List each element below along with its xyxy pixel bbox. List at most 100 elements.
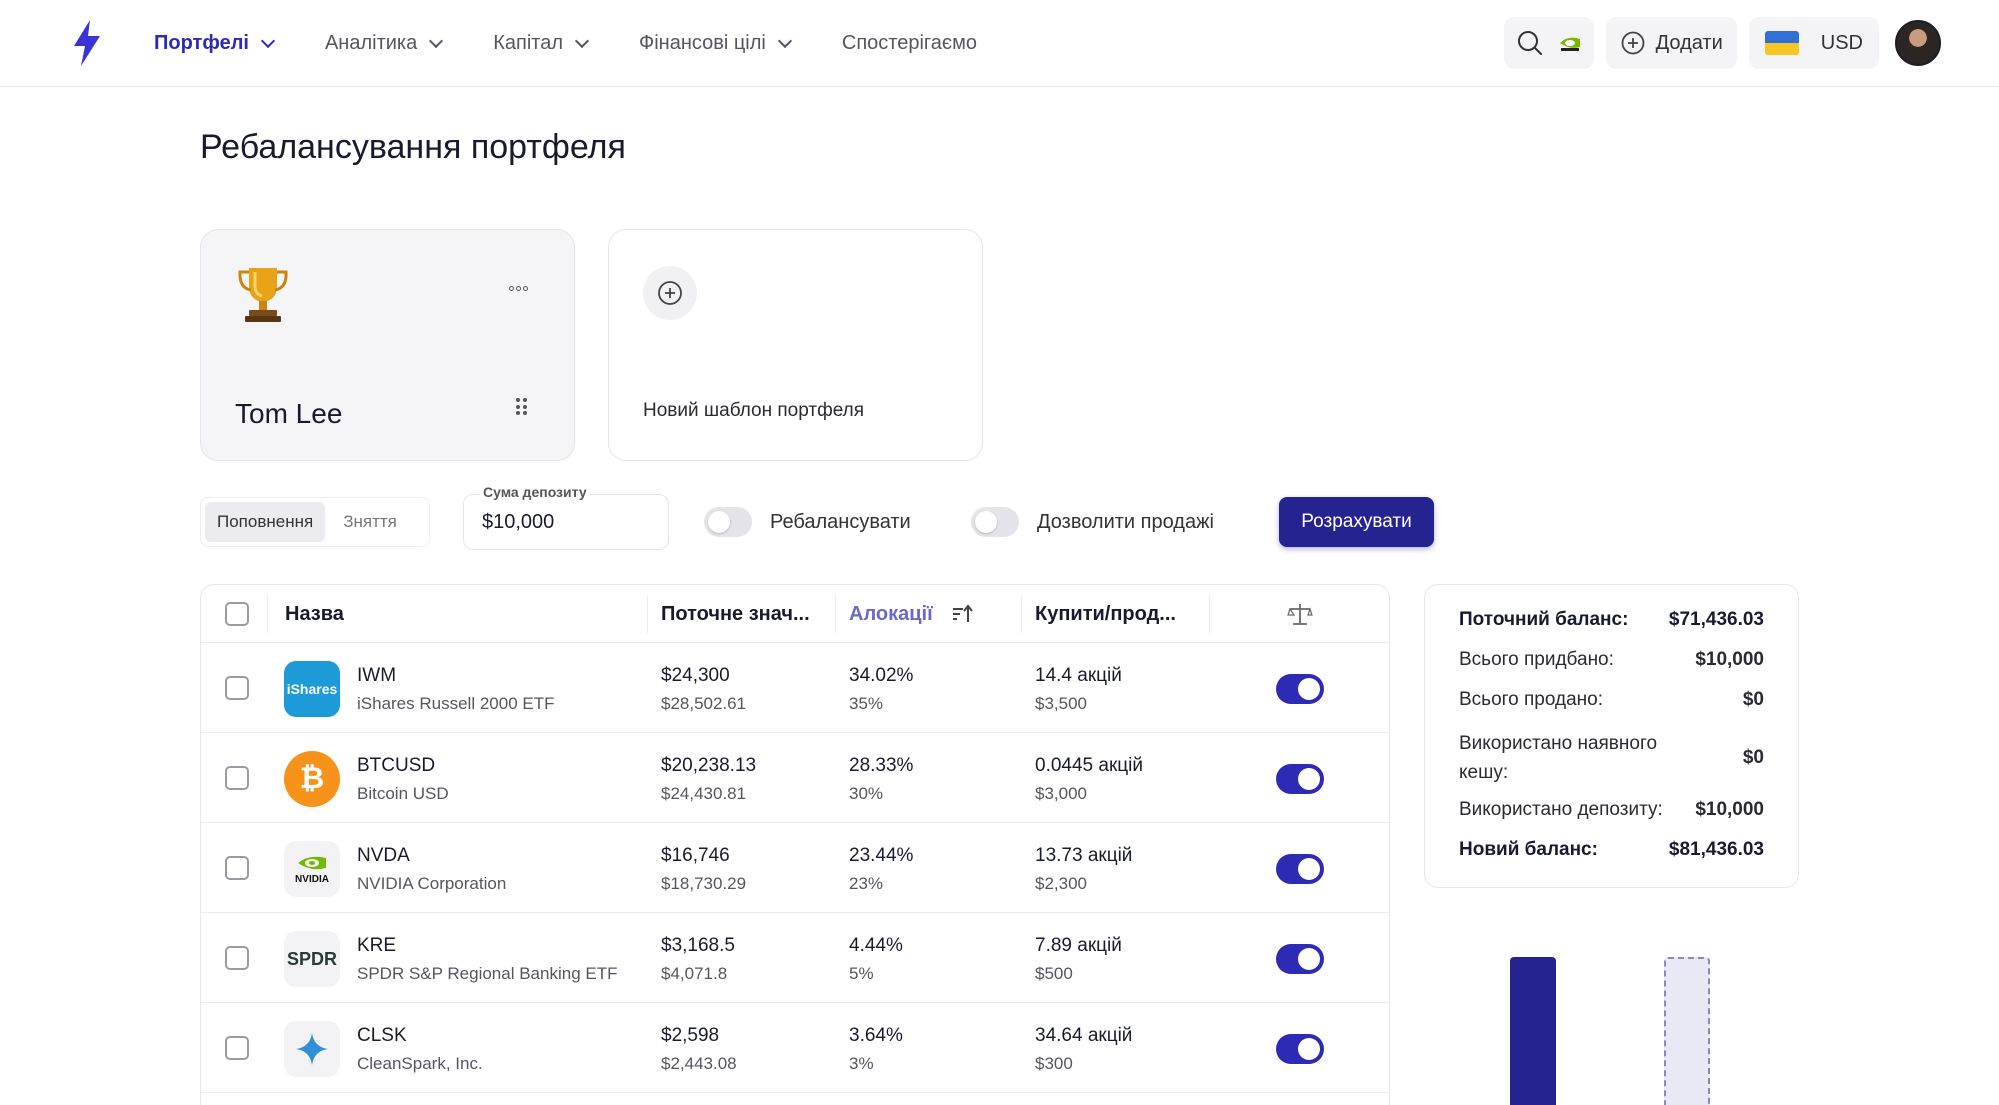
- current-allocation: 3.64%: [849, 1025, 903, 1046]
- more-options-icon[interactable]: [509, 286, 528, 291]
- page-title: Ребалансування портфеля: [200, 128, 626, 166]
- template-name: Tom Lee: [235, 398, 343, 429]
- summary-deposit-used: Використано депозиту: $10,000: [1459, 799, 1764, 820]
- chevron-down-icon: [574, 33, 590, 48]
- plus-circle-icon: [1621, 31, 1645, 55]
- column-allocation-header[interactable]: Алокації: [849, 585, 973, 643]
- nvidia-logo-icon: NVIDIA: [284, 841, 340, 897]
- row-checkbox[interactable]: [225, 856, 249, 880]
- chevron-down-icon: [260, 33, 276, 48]
- include-toggle[interactable]: [1276, 944, 1324, 974]
- rebalance-toggle-label: Ребалансувати: [770, 510, 911, 533]
- current-allocation: 4.44%: [849, 935, 903, 956]
- ticker: NVDA: [357, 845, 410, 866]
- include-toggle[interactable]: [1276, 1034, 1324, 1064]
- allocation-header-label: Алокації: [849, 602, 933, 625]
- table-row[interactable]: CLSK CleanSpark, Inc. $2,598 $2,443.08 3…: [201, 1003, 1389, 1093]
- search-button[interactable]: [1503, 17, 1594, 69]
- target-value: $18,730.29: [661, 874, 747, 893]
- include-toggle[interactable]: [1276, 674, 1324, 704]
- target-allocation: 23%: [849, 874, 884, 893]
- current-allocation: 28.33%: [849, 755, 914, 776]
- user-avatar[interactable]: [1895, 20, 1941, 66]
- security-name: CleanSpark, Inc.: [357, 1054, 483, 1073]
- target-allocation: 5%: [849, 964, 874, 983]
- rebalance-summary-card: Поточний баланс: $71,436.03 Всього придб…: [1424, 584, 1799, 888]
- include-toggle[interactable]: [1276, 854, 1324, 884]
- summary-new-balance: Новий баланс: $81,436.03: [1459, 839, 1764, 860]
- plus-circle-icon: [658, 281, 682, 305]
- target-allocation: 30%: [849, 784, 884, 803]
- nav-item-label: Спостерігаємо: [841, 32, 977, 54]
- allow-sales-toggle[interactable]: [971, 507, 1019, 537]
- currency-selector[interactable]: USD: [1748, 17, 1879, 69]
- buy-shares: 13.73 акцій: [1035, 845, 1133, 866]
- table-row[interactable]: SPDR KRE SPDR S&P Regional Banking ETF $…: [201, 913, 1389, 1003]
- chevron-down-icon: [429, 33, 444, 48]
- security-name: NVIDIA Corporation: [357, 874, 507, 893]
- current-value: $16,746: [661, 845, 730, 866]
- table-header: Назва Поточне знач... Алокації Купити/пр…: [201, 585, 1389, 643]
- currency-label: USD: [1820, 31, 1863, 54]
- current-allocation: 23.44%: [849, 845, 914, 866]
- rebalance-toggle-row: Ребалансувати: [704, 507, 911, 537]
- row-checkbox[interactable]: [225, 766, 249, 790]
- ticker: IWM: [357, 665, 397, 686]
- target-allocation: 35%: [849, 694, 884, 713]
- add-button[interactable]: Додати: [1605, 17, 1737, 69]
- add-template-button[interactable]: [643, 266, 697, 320]
- column-current-value-header[interactable]: Поточне знач...: [661, 585, 810, 643]
- trophy-icon: [238, 268, 288, 322]
- lightning-logo-icon[interactable]: [72, 20, 102, 66]
- rebalance-toggle[interactable]: [704, 507, 752, 537]
- table-row[interactable]: ₿ BTCUSD Bitcoin USD $20,238.13 $24,430.…: [201, 733, 1389, 823]
- nav-item-capital[interactable]: Капітал: [493, 32, 590, 55]
- ticker: BTCUSD: [357, 755, 436, 776]
- balance-scale-icon: [1287, 604, 1313, 625]
- table-row[interactable]: NVIDIA NVDA NVIDIA Corporation $16,746 $…: [201, 823, 1389, 913]
- nav-item-watchlists[interactable]: Спостерігаємо: [842, 32, 977, 55]
- tab-deposit[interactable]: Поповнення: [205, 502, 326, 542]
- new-template-card[interactable]: Новий шаблон портфеля: [608, 229, 983, 461]
- buy-amount: $300: [1035, 1054, 1073, 1073]
- allow-sales-toggle-label: Дозволити продажі: [1037, 510, 1214, 533]
- table-row[interactable]: iShares IWM iShares Russell 2000 ETF $24…: [201, 643, 1389, 733]
- top-navigation-bar: Портфелі Аналітика Капітал Фінансові ціл…: [0, 0, 1999, 87]
- ticker: KRE: [357, 935, 397, 956]
- row-checkbox[interactable]: [225, 946, 249, 970]
- search-icon: [1517, 31, 1542, 55]
- security-name: Bitcoin USD: [357, 784, 449, 803]
- deposit-amount-input[interactable]: $10,000: [463, 494, 669, 550]
- nav-item-analytics[interactable]: Аналітика: [324, 32, 444, 55]
- calculate-button[interactable]: Розрахувати: [1279, 497, 1434, 547]
- buy-shares: 34.64 акцій: [1035, 1025, 1133, 1046]
- row-checkbox[interactable]: [225, 676, 249, 700]
- spdr-logo-icon: SPDR: [284, 931, 340, 987]
- ishares-logo-icon: iShares: [284, 661, 340, 717]
- row-checkbox[interactable]: [225, 1036, 249, 1060]
- column-name-header[interactable]: Назва: [285, 585, 344, 643]
- summary-current-balance: Поточний баланс: $71,436.03: [1459, 609, 1764, 630]
- tab-withdraw[interactable]: Зняття: [331, 502, 409, 542]
- deposit-withdraw-toggle: Поповнення Зняття: [200, 497, 430, 547]
- drag-handle-icon[interactable]: [516, 398, 528, 416]
- buy-amount: $3,000: [1035, 784, 1087, 803]
- buy-amount: $3,500: [1035, 694, 1087, 713]
- nav-item-label: Портфелі: [154, 32, 249, 54]
- topbar-actions: Додати USD: [1492, 17, 1941, 69]
- portfolio-template-card[interactable]: Tom Lee: [200, 229, 575, 461]
- column-buy-sell-header[interactable]: Купити/прод...: [1035, 585, 1176, 643]
- include-toggle[interactable]: [1276, 764, 1324, 794]
- bitcoin-logo-icon: ₿: [284, 751, 340, 807]
- deposit-amount-value: $10,000: [482, 511, 555, 533]
- target-value: $4,071.8: [661, 964, 728, 983]
- nvidia-logo-icon: [1559, 37, 1580, 51]
- chevron-down-icon: [777, 33, 792, 48]
- nav-item-financial-goals[interactable]: Фінансові цілі: [639, 32, 792, 55]
- current-value: $2,598: [661, 1025, 720, 1046]
- sort-icon[interactable]: [951, 603, 973, 625]
- current-value: $20,238.13: [661, 755, 757, 776]
- select-all-checkbox[interactable]: [225, 602, 249, 626]
- nav-item-label: Аналітика: [324, 32, 418, 54]
- nav-item-portfolios[interactable]: Портфелі: [154, 32, 276, 55]
